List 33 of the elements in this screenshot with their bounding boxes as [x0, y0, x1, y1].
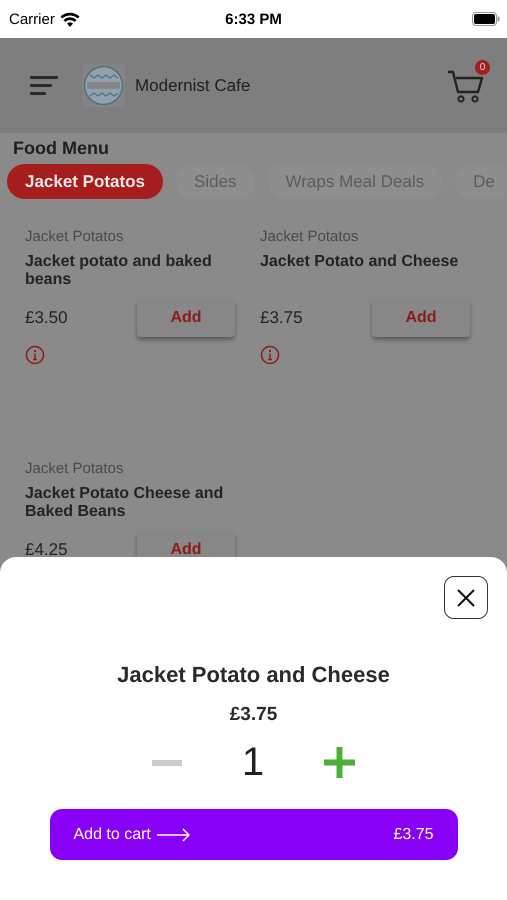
add-button[interactable]: Add: [137, 299, 235, 337]
section-title: Food Menu: [12, 137, 110, 160]
cafe-name: Modernist Cafe: [135, 76, 252, 96]
cart-count-badge: 0: [475, 60, 490, 74]
product-title: Jacket Potato and Cheese: [117, 662, 390, 688]
cafe-logo-icon: [82, 64, 125, 107]
close-button[interactable]: [444, 576, 488, 619]
wifi-icon: [60, 12, 80, 26]
info-icon[interactable]: [25, 345, 45, 365]
plus-icon[interactable]: [324, 747, 356, 778]
item-category: Jacket Potatos: [25, 460, 124, 477]
battery-icon: [472, 12, 500, 26]
category-tab[interactable]: Jacket Potatos: [7, 164, 163, 199]
item-price: £3.75: [260, 308, 303, 328]
quantity-value: 1: [242, 740, 264, 785]
menu-icon[interactable]: [30, 74, 60, 96]
item-name: Jacket Potato Cheese and Baked Beans: [25, 485, 224, 521]
close-icon: [456, 588, 476, 608]
button-price: £3.75: [393, 826, 434, 844]
item-category: Jacket Potatos: [260, 228, 360, 245]
product-price: £3.75: [230, 704, 278, 726]
item-category: Jacket Potatos: [25, 228, 124, 245]
item-price: £3.50: [25, 308, 68, 328]
item-name: Jacket potato and baked beans: [25, 253, 213, 289]
arrow-right-icon: [156, 828, 191, 842]
add-to-cart-button[interactable]: Add to cart £3.75: [50, 809, 458, 860]
add-button[interactable]: Add: [372, 299, 470, 337]
item-price: £4.25: [25, 540, 68, 560]
button-label: Add to cart: [74, 826, 151, 844]
clock-time: 6:33 PM: [225, 10, 282, 28]
info-icon[interactable]: [260, 345, 280, 365]
item-name: Jacket Potato and Cheese: [260, 253, 460, 272]
carrier-name: Carrier: [9, 10, 55, 28]
